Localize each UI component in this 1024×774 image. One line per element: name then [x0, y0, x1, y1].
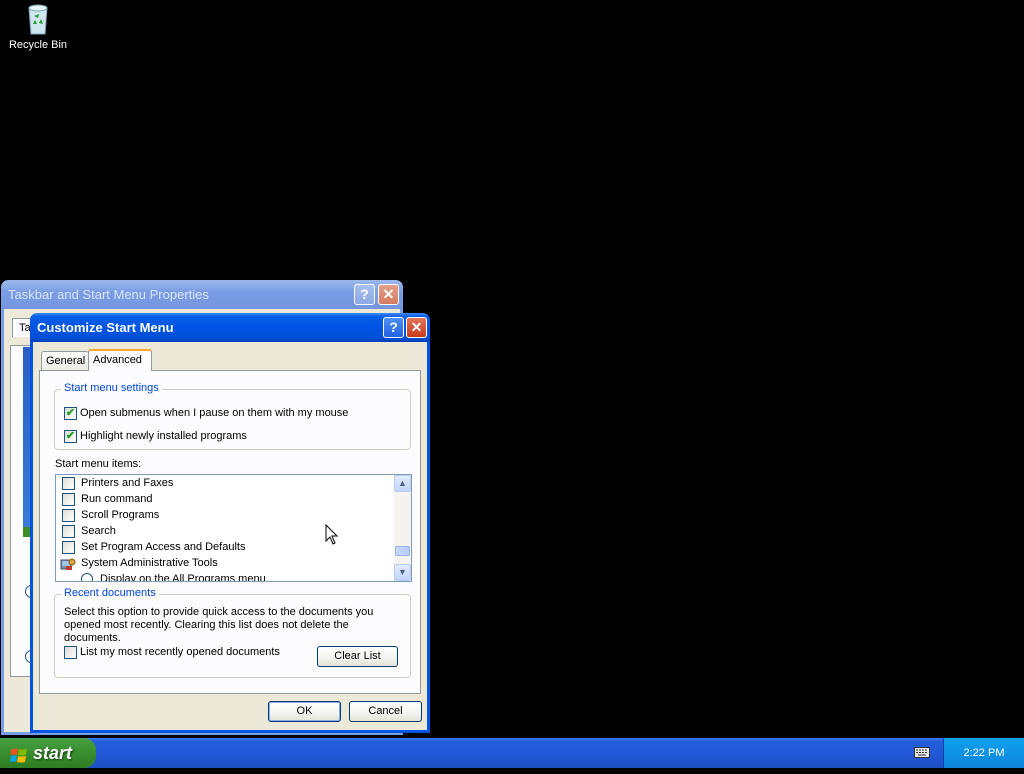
windows-logo-icon: [10, 744, 28, 763]
desktop-icon-recycle-bin[interactable]: Recycle Bin: [6, 2, 70, 51]
mouse-cursor-icon: [325, 523, 339, 549]
help-button[interactable]: ?: [383, 317, 404, 338]
list-recent-documents-checkbox[interactable]: [64, 646, 77, 659]
list-scrollbar[interactable]: ▲ ▼: [394, 475, 411, 581]
close-button[interactable]: ✕: [378, 284, 399, 305]
item-label: Search: [81, 525, 116, 537]
window-title: Taskbar and Start Menu Properties: [8, 287, 209, 302]
list-item[interactable]: Scroll Programs: [56, 508, 391, 524]
list-item[interactable]: Run command: [56, 492, 391, 508]
close-button[interactable]: ✕: [406, 317, 427, 338]
item-checkbox[interactable]: [62, 525, 75, 538]
item-checkbox[interactable]: [62, 477, 75, 490]
item-label: Run command: [81, 493, 153, 505]
admin-tools-icon: [60, 557, 76, 571]
start-label: start: [33, 743, 73, 763]
open-submenus-checkbox[interactable]: ✔: [64, 407, 77, 420]
start-menu-items-list[interactable]: Printers and Faxes Run command Scroll Pr…: [55, 474, 412, 582]
start-menu-items-label: Start menu items:: [55, 458, 142, 470]
item-label: System Administrative Tools: [81, 557, 218, 569]
highlight-programs-label: Highlight newly installed programs: [80, 430, 247, 442]
item-label: Display on the All Programs menu: [100, 573, 266, 582]
customize-start-menu-dialog[interactable]: Customize Start Menu ? ✕ General Advance…: [30, 313, 430, 733]
title-bar[interactable]: Taskbar and Start Menu Properties ? ✕: [1, 280, 403, 309]
list-item-header: System Administrative Tools: [56, 556, 391, 572]
list-item[interactable]: Set Program Access and Defaults: [56, 540, 391, 556]
list-item[interactable]: Printers and Faxes: [56, 476, 391, 492]
start-button[interactable]: start: [0, 738, 96, 768]
dialog-title: Customize Start Menu: [37, 320, 174, 335]
cancel-button[interactable]: Cancel: [349, 701, 422, 722]
help-button[interactable]: ?: [354, 284, 375, 305]
item-label: Set Program Access and Defaults: [81, 541, 246, 553]
list-recent-documents-label: List my most recently opened documents: [80, 646, 280, 658]
advanced-tab-panel: Start menu settings ✔ Open submenus when…: [39, 370, 421, 694]
recent-documents-group: Recent documents Select this option to p…: [54, 587, 411, 678]
highlight-programs-checkbox[interactable]: ✔: [64, 430, 77, 443]
list-item[interactable]: Display on the All Programs menu: [56, 572, 391, 582]
tab-general[interactable]: General: [41, 351, 89, 370]
tab-advanced[interactable]: Advanced: [88, 349, 152, 371]
system-tray-clock[interactable]: 2:22 PM: [943, 738, 1024, 768]
scroll-down-button[interactable]: ▼: [394, 564, 411, 581]
item-checkbox[interactable]: [62, 509, 75, 522]
dialog-body: General Advanced Start menu settings ✔ O…: [30, 342, 430, 733]
scroll-up-button[interactable]: ▲: [394, 475, 411, 492]
item-radio[interactable]: [81, 573, 93, 581]
recent-documents-description: Select this option to provide quick acce…: [64, 606, 374, 644]
open-submenus-label: Open submenus when I pause on them with …: [80, 407, 349, 419]
item-label: Scroll Programs: [81, 509, 160, 521]
item-label: Printers and Faxes: [81, 477, 174, 489]
list-item[interactable]: Search: [56, 524, 391, 540]
scroll-thumb[interactable]: [395, 546, 410, 556]
keyboard-icon[interactable]: [914, 747, 930, 758]
recycle-bin-label: Recycle Bin: [8, 39, 68, 51]
taskbar: start 2:22 PM: [0, 738, 1024, 768]
group-title: Start menu settings: [61, 382, 162, 394]
item-checkbox[interactable]: [62, 493, 75, 506]
title-bar[interactable]: Customize Start Menu ? ✕: [30, 313, 430, 342]
recycle-bin-icon: [21, 2, 55, 36]
item-checkbox[interactable]: [62, 541, 75, 554]
ok-button[interactable]: OK: [268, 701, 341, 722]
start-menu-settings-group: Start menu settings ✔ Open submenus when…: [54, 382, 411, 450]
group-title: Recent documents: [61, 587, 159, 599]
clear-list-button[interactable]: Clear List: [317, 646, 398, 667]
